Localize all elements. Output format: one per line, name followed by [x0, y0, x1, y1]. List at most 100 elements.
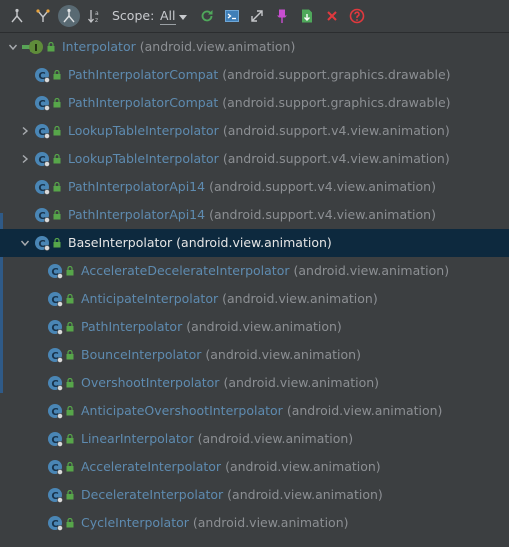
tree-row-label: PathInterpolatorApi14 (android.support.v…: [68, 179, 436, 194]
class-name: AnticipateOvershootInterpolator: [81, 403, 283, 418]
lock-icon: [66, 294, 74, 304]
refresh-icon: [201, 10, 213, 22]
lock-icon: [66, 266, 74, 276]
open-in-editor-icon: [225, 10, 239, 22]
class-icon: C: [48, 488, 63, 503]
package-name: (android.support.graphics.drawable): [222, 95, 451, 110]
class-name: BaseInterpolator: [68, 235, 173, 250]
supertypes-hierarchy-button[interactable]: [32, 5, 54, 27]
tree-row[interactable]: C PathInterpolatorCompat (android.suppor…: [0, 61, 509, 89]
tree-row[interactable]: C LookupTableInterpolator (android.suppo…: [0, 117, 509, 145]
class-name: LookupTableInterpolator: [68, 151, 219, 166]
tree-row-child[interactable]: C OvershootInterpolator (android.view.an…: [0, 369, 509, 397]
close-button[interactable]: [321, 5, 343, 27]
lock-icon: [66, 378, 74, 388]
supertypes-hierarchy-icon: [36, 9, 50, 22]
lock-icon: [53, 182, 61, 192]
chevron-down-icon: [178, 15, 187, 20]
package-name: (android.view.animation): [227, 487, 383, 502]
svg-text:I: I: [34, 43, 38, 54]
class-name: AccelerateDecelerateInterpolator: [81, 263, 290, 278]
tree-row-label: LinearInterpolator (android.view.animati…: [81, 431, 353, 446]
lock-icon: [53, 210, 61, 220]
package-name: (android.view.animation): [222, 291, 378, 306]
scope-dropdown[interactable]: All: [160, 8, 187, 25]
class-icon: C: [48, 264, 63, 279]
tree-row-label: PathInterpolatorCompat (android.support.…: [68, 95, 451, 110]
class-icon: C: [48, 292, 63, 307]
package-name: (android.support.v4.view.animation): [222, 123, 450, 138]
class-name: BounceInterpolator: [81, 347, 202, 362]
tree-row-child[interactable]: C BounceInterpolator (android.view.anima…: [0, 341, 509, 369]
package-name: (android.view.animation): [197, 431, 354, 446]
lock-icon: [66, 322, 74, 332]
lock-icon: [53, 154, 61, 164]
package-name: (android.view.animation): [286, 403, 443, 418]
tree-row[interactable]: C PathInterpolatorApi14 (android.support…: [0, 201, 509, 229]
tree-row-child[interactable]: C PathInterpolator (android.view.animati…: [0, 313, 509, 341]
class-icon: C: [35, 180, 50, 195]
lock-icon: [66, 518, 74, 528]
lock-icon: [66, 350, 74, 360]
class-name: OvershootInterpolator: [81, 375, 220, 390]
tree-row-label: AccelerateInterpolator (android.view.ani…: [81, 459, 381, 474]
class-icon: C: [35, 208, 50, 223]
class-icon: C: [48, 460, 63, 475]
sort-alphabetically-button[interactable]: a z: [84, 5, 106, 27]
class-icon: C: [35, 152, 50, 167]
class-icon: C: [48, 432, 63, 447]
class-name: PathInterpolator: [81, 319, 183, 334]
tree-row[interactable]: C PathInterpolatorCompat (android.suppor…: [0, 89, 509, 117]
svg-text:a: a: [95, 10, 99, 17]
tree-row-child[interactable]: C CycleInterpolator (android.view.animat…: [0, 509, 509, 537]
hierarchy-tree: I Interpolator (android.view.animation) …: [0, 33, 509, 547]
subtypes-hierarchy-button[interactable]: [6, 5, 28, 27]
lock-icon: [66, 434, 74, 444]
class-name: AnticipateInterpolator: [81, 291, 219, 306]
tree-row[interactable]: C LookupTableInterpolator (android.suppo…: [0, 145, 509, 173]
tree-row-root[interactable]: I Interpolator (android.view.animation): [0, 33, 509, 61]
tree-row-child[interactable]: C DecelerateInterpolator (android.view.a…: [0, 481, 509, 509]
class-name: PathInterpolatorApi14: [68, 179, 206, 194]
tree-row-label: BounceInterpolator (android.view.animati…: [81, 347, 361, 362]
tree-row-child[interactable]: C AccelerateDecelerateInterpolator (andr…: [0, 257, 509, 285]
tree-row-label: PathInterpolatorApi14 (android.support.v…: [68, 207, 436, 222]
tree-row-label: AccelerateDecelerateInterpolator (androi…: [81, 263, 449, 278]
class-icon: C: [48, 320, 63, 335]
export-icon: [302, 9, 312, 23]
class-icon: C: [48, 404, 63, 419]
tree-row-selected[interactable]: C BaseInterpolator (android.view.animati…: [0, 229, 509, 257]
scope-label: Scope:: [112, 8, 155, 23]
package-name: (android.support.graphics.drawable): [222, 67, 451, 82]
help-button[interactable]: [346, 5, 368, 27]
class-name: LinearInterpolator: [81, 431, 194, 446]
lock-icon: [53, 126, 61, 136]
package-name: (android.view.animation): [225, 459, 381, 474]
class-name: DecelerateInterpolator: [81, 487, 224, 502]
refresh-button[interactable]: [196, 5, 218, 27]
lock-icon: [47, 42, 55, 52]
export-button[interactable]: [296, 5, 318, 27]
pin-button[interactable]: [271, 5, 293, 27]
tree-row-child[interactable]: C AnticipateInterpolator (android.view.a…: [0, 285, 509, 313]
tree-row-label: PathInterpolator (android.view.animation…: [81, 319, 342, 334]
tree-row-child[interactable]: C AccelerateInterpolator (android.view.a…: [0, 453, 509, 481]
class-name: PathInterpolatorCompat: [68, 95, 219, 110]
package-name: (android.view.animation): [186, 319, 342, 334]
class-hierarchy-button[interactable]: [58, 5, 80, 27]
lock-icon: [53, 70, 61, 80]
tree-row-child[interactable]: C AnticipateOvershootInterpolator (andro…: [0, 397, 509, 425]
svg-text:z: z: [95, 17, 98, 24]
chevron-down-icon: [8, 44, 18, 51]
subtypes-hierarchy-icon: [11, 8, 23, 23]
tree-row-label: AnticipateOvershootInterpolator (android…: [81, 403, 442, 418]
lock-icon: [66, 490, 74, 500]
help-icon: [349, 8, 365, 24]
expand-all-icon: [251, 10, 263, 22]
tree-row-label: BaseInterpolator (android.view.animation…: [68, 235, 332, 250]
tree-row[interactable]: C PathInterpolatorApi14 (android.support…: [0, 173, 509, 201]
tree-row-child[interactable]: C LinearInterpolator (android.view.anima…: [0, 425, 509, 453]
open-in-editor-button[interactable]: [221, 5, 243, 27]
expand-all-button[interactable]: [246, 5, 268, 27]
class-icon: C: [35, 236, 50, 251]
